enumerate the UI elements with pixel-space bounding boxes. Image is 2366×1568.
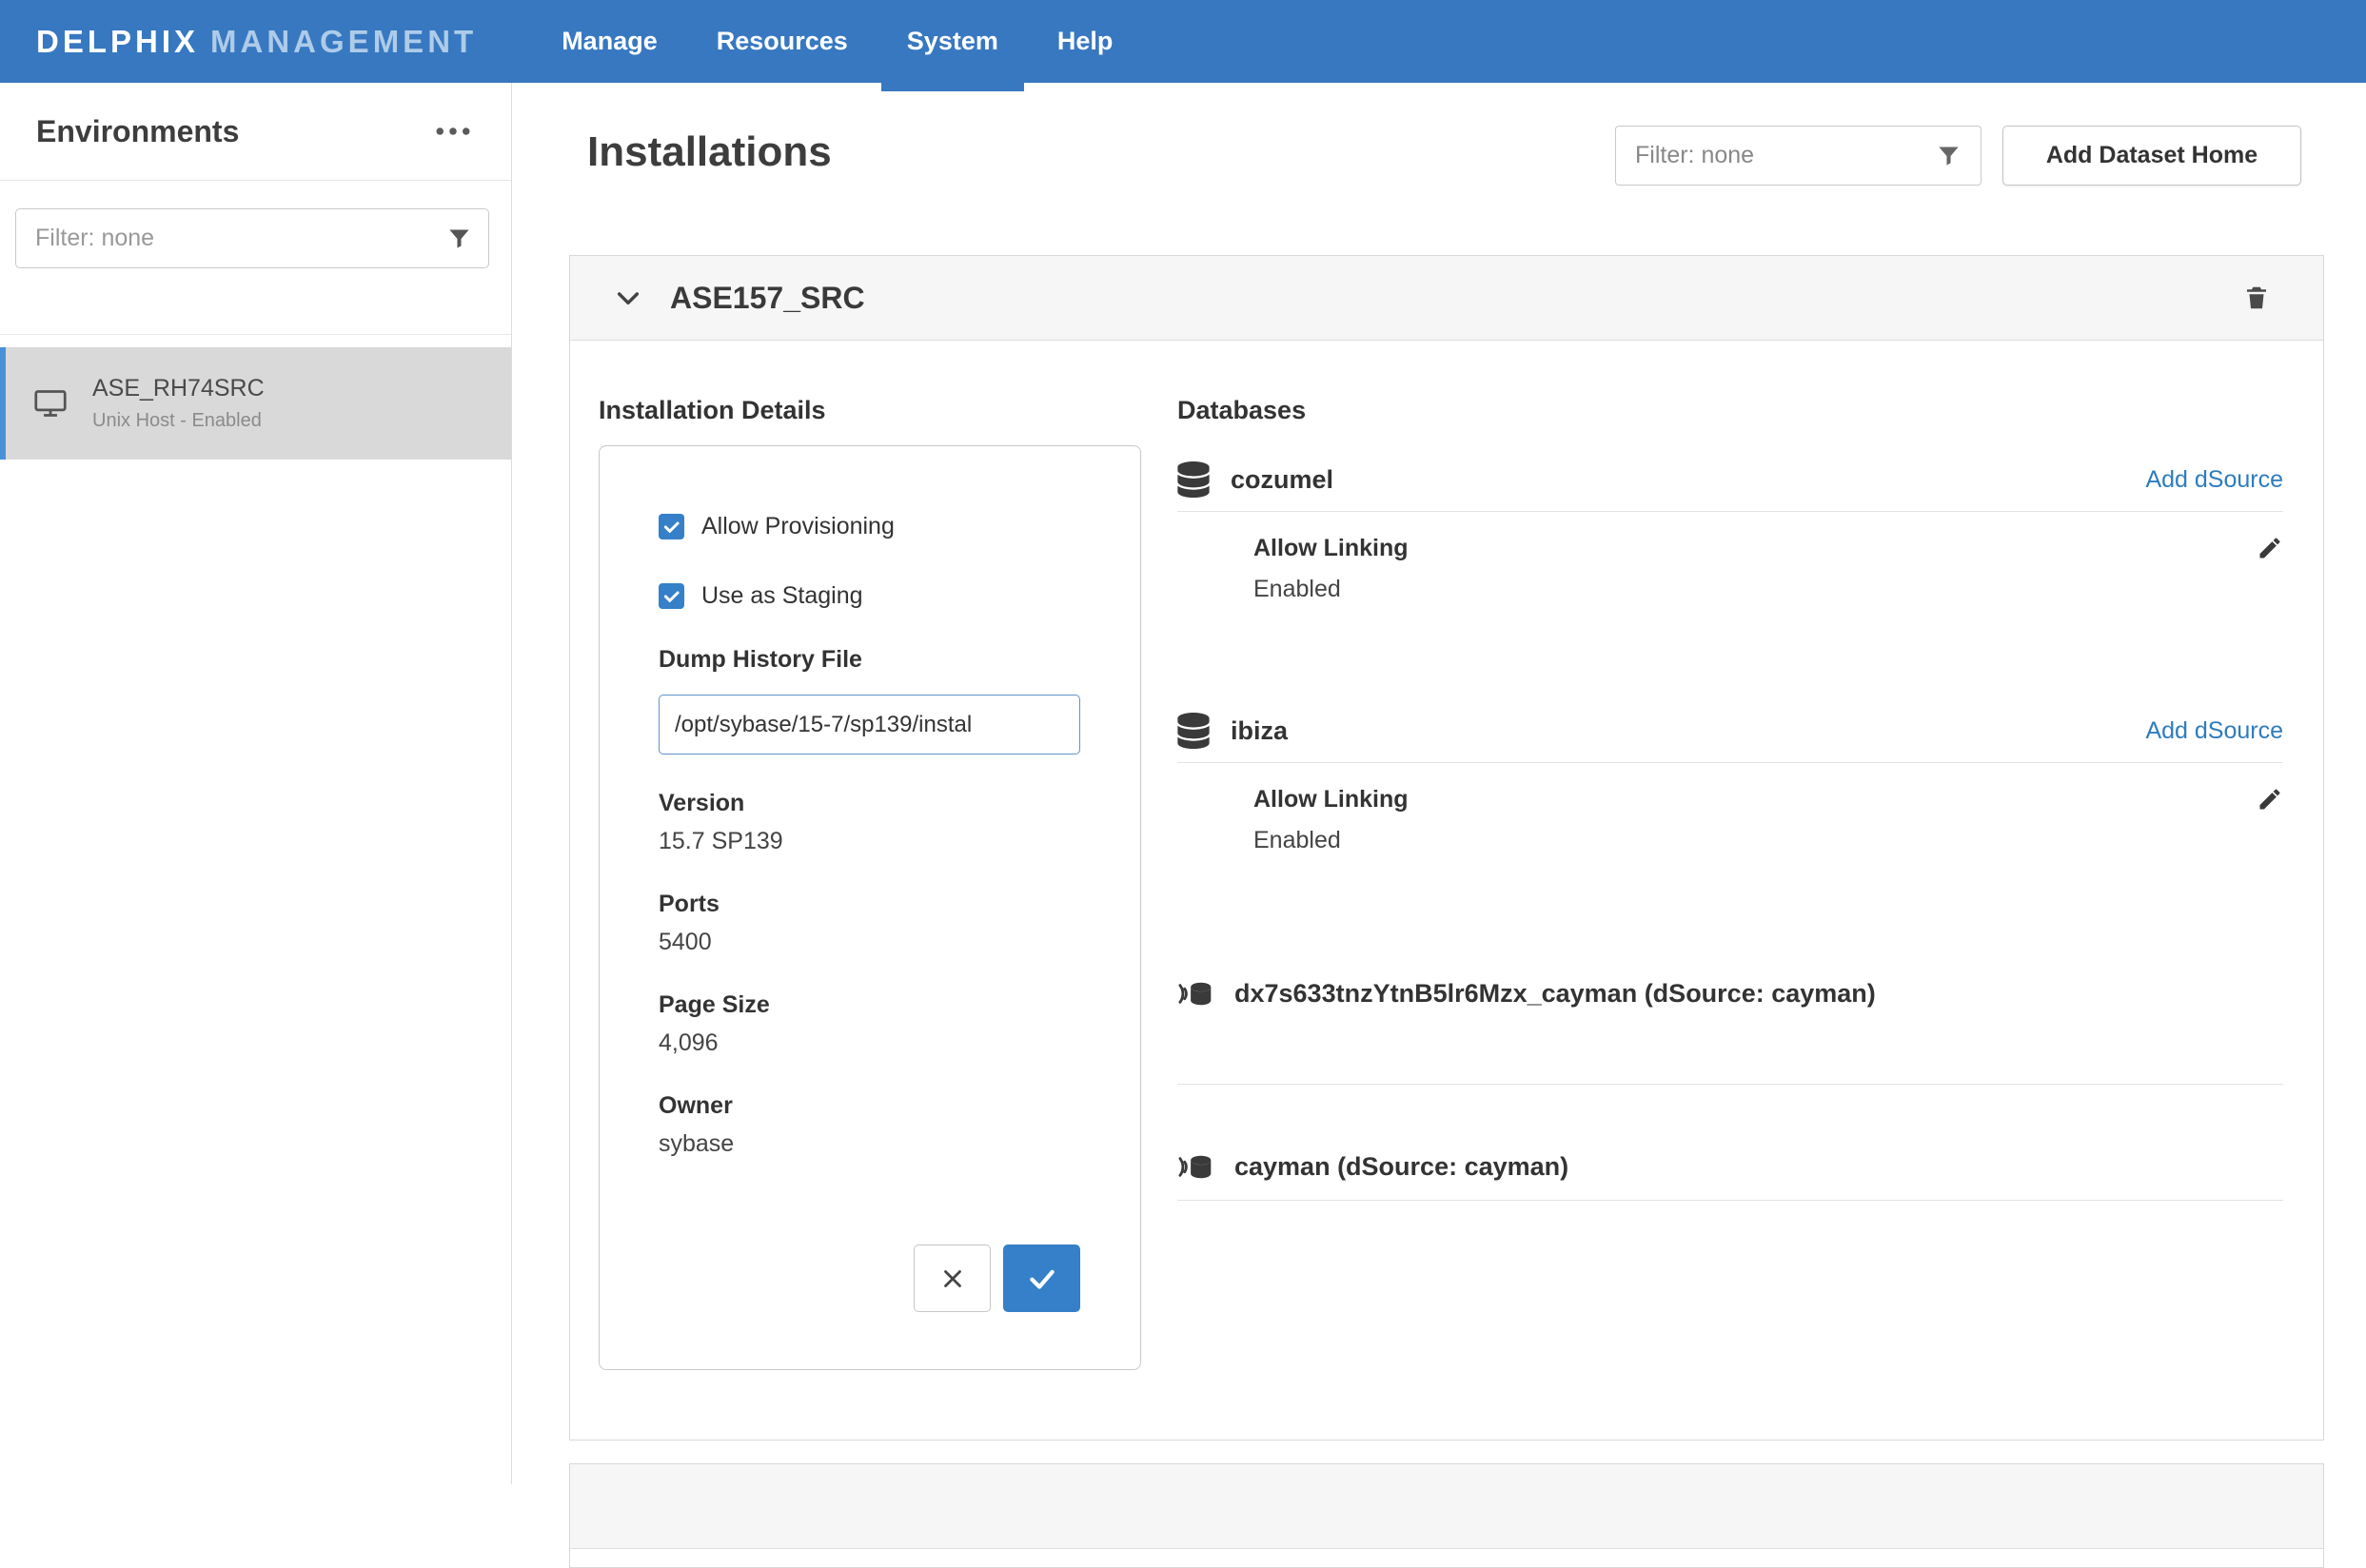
- form-actions: [659, 1245, 1080, 1312]
- use-as-staging-row: Use as Staging: [659, 582, 1080, 610]
- edit-allow-linking-button[interactable]: [2257, 535, 2283, 561]
- host-icon: [33, 387, 68, 420]
- page-size-value: 4,096: [659, 1029, 1080, 1057]
- allow-provisioning-row: Allow Provisioning: [659, 513, 1080, 540]
- dsource-database-icon: [1177, 1151, 1215, 1183]
- sidebar-filter-input[interactable]: [15, 208, 489, 268]
- main-nav: Manage Resources System Help: [532, 0, 1142, 83]
- allow-linking-block: Allow Linking Enabled: [1253, 786, 2283, 854]
- installation-details-heading: Installation Details: [599, 396, 1141, 425]
- database-item-ibiza: ibiza Add dSource Allow Linking Enabled: [1177, 713, 2283, 854]
- brand-secondary: MANAGEMENT: [210, 24, 477, 59]
- add-dsource-link[interactable]: Add dSource: [2145, 466, 2283, 494]
- delete-installation-button[interactable]: [2242, 283, 2271, 313]
- ports-label: Ports: [659, 891, 1080, 918]
- brand-primary: DELPHIX: [36, 24, 199, 59]
- environment-name: ASE_RH74SRC: [92, 375, 265, 402]
- dsource-database-icon: [1177, 978, 1215, 1009]
- dsource-row: cayman (dSource: cayman): [1177, 1151, 2283, 1201]
- environment-list: ASE_RH74SRC Unix Host - Enabled: [0, 334, 511, 460]
- chevron-down-icon[interactable]: [613, 283, 643, 313]
- allow-linking-value: Enabled: [1253, 576, 1409, 603]
- page-size-label: Page Size: [659, 991, 1080, 1019]
- databases-section: Databases cozumel Add dSource Allow Link…: [1177, 396, 2283, 1370]
- check-icon: [661, 586, 681, 606]
- installation-card: ASE157_SRC Installation Details Allow Pr…: [569, 255, 2324, 1441]
- main-content: Installations Filter: none Add Dataset H…: [513, 83, 2366, 1484]
- database-icon: [1177, 461, 1210, 498]
- allow-linking-label: Allow Linking: [1253, 535, 1409, 562]
- allow-linking-label: Allow Linking: [1253, 786, 1409, 813]
- add-dsource-link[interactable]: Add dSource: [2145, 717, 2283, 745]
- owner-field: Owner sybase: [659, 1092, 1080, 1158]
- nav-item-resources[interactable]: Resources: [687, 0, 877, 83]
- database-row: cozumel Add dSource: [1177, 461, 2283, 512]
- environments-sidebar: Environments ASE_RH74SRC Unix Host - Ena…: [0, 83, 512, 1484]
- database-name: ibiza: [1231, 716, 1288, 746]
- installation-card-header[interactable]: ASE157_SRC: [570, 256, 2323, 341]
- version-label: Version: [659, 790, 1080, 817]
- installation-name: ASE157_SRC: [670, 281, 865, 316]
- nav-item-manage[interactable]: Manage: [532, 0, 687, 83]
- version-value: 15.7 SP139: [659, 828, 1080, 855]
- sidebar-header: Environments: [0, 83, 511, 181]
- confirm-button[interactable]: [1003, 1245, 1080, 1312]
- database-icon: [1177, 713, 1210, 749]
- installation-details-section: Installation Details Allow Provisioning …: [599, 396, 1141, 1370]
- dsource-row: dx7s633tnzYtnB5lr6Mzx_cayman (dSource: c…: [1177, 978, 2283, 1085]
- installation-details-form: Allow Provisioning Use as Staging Dump H…: [599, 445, 1141, 1370]
- add-dataset-home-button[interactable]: Add Dataset Home: [2002, 126, 2301, 186]
- dump-history-file-label: Dump History File: [659, 646, 1080, 674]
- installations-filter-dropdown[interactable]: Filter: none: [1615, 126, 1982, 186]
- database-row: ibiza Add dSource: [1177, 713, 2283, 763]
- check-icon: [661, 517, 681, 537]
- ellipsis-icon: [435, 127, 471, 136]
- allow-linking-block: Allow Linking Enabled: [1253, 535, 2283, 603]
- use-as-staging-checkbox[interactable]: [659, 583, 684, 609]
- dump-history-file-input[interactable]: [659, 695, 1080, 755]
- filter-funnel-icon[interactable]: [446, 225, 472, 251]
- sidebar-filter: [15, 208, 489, 268]
- ports-field: Ports 5400: [659, 891, 1080, 956]
- filter-selected-value: Filter: none: [1635, 142, 1936, 169]
- environment-list-item[interactable]: ASE_RH74SRC Unix Host - Enabled: [0, 347, 511, 460]
- owner-label: Owner: [659, 1092, 1080, 1120]
- page-title: Installations: [587, 128, 832, 176]
- check-icon: [1026, 1263, 1058, 1295]
- owner-value: sybase: [659, 1130, 1080, 1158]
- sidebar-menu-button[interactable]: [435, 127, 471, 136]
- nav-item-help[interactable]: Help: [1028, 0, 1143, 83]
- version-field: Version 15.7 SP139: [659, 790, 1080, 855]
- environment-status: Unix Host - Enabled: [92, 410, 265, 432]
- use-as-staging-label: Use as Staging: [701, 582, 863, 610]
- close-icon: [938, 1264, 967, 1293]
- top-header: DELPHIX MANAGEMENT Manage Resources Syste…: [0, 0, 2366, 83]
- ports-value: 5400: [659, 929, 1080, 956]
- database-name: cozumel: [1231, 465, 1333, 495]
- cancel-button[interactable]: [914, 1245, 991, 1312]
- pencil-icon: [2257, 786, 2283, 813]
- sidebar-title: Environments: [36, 114, 239, 149]
- nav-item-system[interactable]: System: [877, 0, 1028, 83]
- dsource-name: cayman (dSource: cayman): [1234, 1152, 1568, 1182]
- allow-provisioning-label: Allow Provisioning: [701, 513, 895, 540]
- filter-funnel-icon: [1936, 143, 1962, 168]
- trash-icon: [2242, 283, 2271, 313]
- dsource-name: dx7s633tnzYtnB5lr6Mzx_cayman (dSource: c…: [1234, 979, 1876, 1009]
- next-installation-card-header[interactable]: [570, 1464, 2323, 1549]
- databases-heading: Databases: [1177, 396, 2283, 425]
- next-installation-card[interactable]: [569, 1463, 2324, 1568]
- page-size-field: Page Size 4,096: [659, 991, 1080, 1057]
- pencil-icon: [2257, 535, 2283, 561]
- installation-card-body: Installation Details Allow Provisioning …: [570, 341, 2323, 1370]
- app-logo: DELPHIX MANAGEMENT: [36, 24, 477, 60]
- database-item-cozumel: cozumel Add dSource Allow Linking Enable…: [1177, 461, 2283, 603]
- edit-allow-linking-button[interactable]: [2257, 786, 2283, 813]
- allow-provisioning-checkbox[interactable]: [659, 514, 684, 539]
- allow-linking-value: Enabled: [1253, 827, 1409, 854]
